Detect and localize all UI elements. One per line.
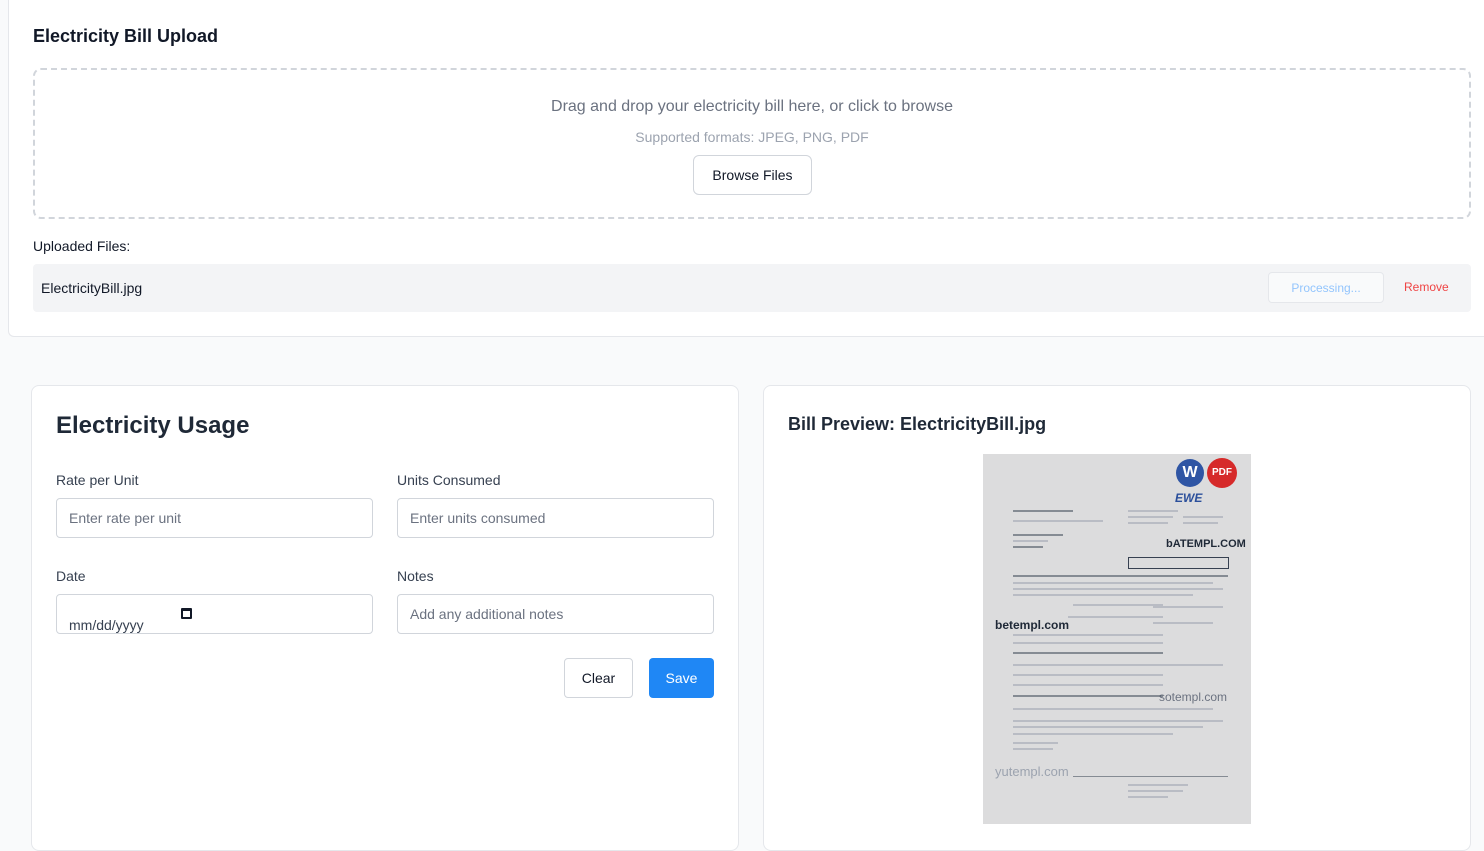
remove-file-button[interactable]: Remove <box>1404 280 1449 294</box>
watermark-text: yutempl.com <box>995 764 1069 779</box>
bill-text-line <box>1013 720 1223 722</box>
bill-text-line <box>1013 588 1223 590</box>
bill-text-line <box>1013 748 1053 750</box>
watermark-text: bATEMPL.COM <box>1166 538 1246 550</box>
date-input[interactable]: mm/dd/yyyy <box>56 594 373 634</box>
word-badge-icon: W <box>1176 459 1204 487</box>
browse-files-button[interactable]: Browse Files <box>693 155 812 195</box>
date-label: Date <box>56 568 86 584</box>
bill-preview-image: W PDF EWE bATEMPL.COM betempl.com sotemp… <box>983 454 1251 824</box>
bill-text-line <box>1013 684 1163 686</box>
watermark-text: betempl.com <box>995 618 1070 632</box>
calendar-icon[interactable] <box>181 608 192 619</box>
bill-preview-panel: Bill Preview: ElectricityBill.jpg W PDF … <box>763 385 1471 851</box>
uploaded-files-label: Uploaded Files: <box>33 238 131 254</box>
bill-text-line <box>1128 796 1168 798</box>
processing-button[interactable]: Processing... <box>1268 272 1384 303</box>
rate-per-unit-label: Rate per Unit <box>56 472 139 488</box>
bill-text-line <box>1073 776 1228 777</box>
dropzone-instructions: Drag and drop your electricity bill here… <box>551 98 953 115</box>
bill-text-line <box>1013 708 1213 710</box>
bill-text-line <box>1153 606 1223 608</box>
bill-text-line <box>1128 790 1183 792</box>
bill-text-line <box>1013 742 1058 744</box>
usage-form-title: Electricity Usage <box>56 412 250 439</box>
bill-text-line <box>1013 594 1193 596</box>
bill-text-line <box>1013 733 1173 735</box>
watermark-text: sotempl.com <box>1159 690 1228 704</box>
bill-preview-title: Bill Preview: ElectricityBill.jpg <box>788 414 1047 434</box>
uploaded-file-row: ElectricityBill.jpg Processing... Remove <box>33 264 1471 312</box>
bill-text-line <box>1013 674 1163 676</box>
rate-per-unit-input[interactable] <box>56 498 373 538</box>
bill-text-line <box>1013 510 1073 512</box>
bill-text-line <box>1013 520 1103 522</box>
bill-text-line <box>1013 575 1228 577</box>
bill-text-line <box>1013 534 1063 536</box>
bill-text-line <box>1013 726 1203 728</box>
units-consumed-input[interactable] <box>397 498 714 538</box>
bill-text-line <box>1013 664 1223 666</box>
pdf-badge-icon: PDF <box>1207 458 1237 488</box>
notes-input[interactable] <box>397 594 714 634</box>
save-button[interactable]: Save <box>649 658 714 698</box>
bill-text-line <box>1013 695 1163 697</box>
bill-text-line <box>1013 546 1043 548</box>
bill-text-line <box>1013 642 1163 644</box>
file-name: ElectricityBill.jpg <box>41 280 143 296</box>
bill-text-line <box>1128 522 1168 524</box>
clear-button[interactable]: Clear <box>564 658 633 698</box>
supported-formats-text: Supported formats: JPEG, PNG, PDF <box>635 129 869 145</box>
bill-text-line <box>1128 784 1188 786</box>
bill-text-line <box>1073 604 1163 606</box>
upload-title: Electricity Bill Upload <box>33 26 219 46</box>
bill-text-line <box>1013 652 1163 654</box>
bill-text-line <box>1153 622 1213 624</box>
bill-text-line <box>1128 510 1178 512</box>
ewe-logo: EWE <box>1175 491 1203 505</box>
electricity-usage-form: Electricity Usage Rate per Unit Units Co… <box>31 385 739 851</box>
file-dropzone[interactable]: Drag and drop your electricity bill here… <box>33 68 1471 219</box>
upload-section: Electricity Bill Upload Drag and drop yo… <box>8 0 1484 337</box>
bill-text-line <box>1128 516 1173 518</box>
bill-text-line <box>1183 522 1218 524</box>
bill-text-line <box>1068 616 1163 618</box>
bill-reference-box <box>1128 557 1229 569</box>
bill-text-line <box>1183 516 1223 518</box>
bill-text-line <box>1013 582 1213 584</box>
bill-text-line <box>1013 634 1163 636</box>
notes-label: Notes <box>397 568 434 584</box>
date-value: mm/dd/yyyy <box>69 617 144 633</box>
bill-text-line <box>1013 540 1048 542</box>
units-consumed-label: Units Consumed <box>397 472 501 488</box>
